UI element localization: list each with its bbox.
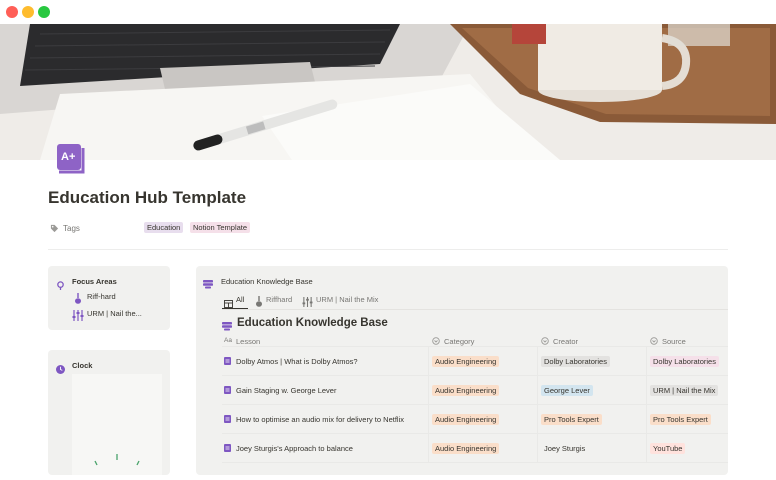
column-separator	[428, 376, 429, 404]
tag-notion-template[interactable]: Notion Template	[190, 222, 251, 233]
table-row[interactable]: Dolby Atmos | What is Dolby Atmos? Audio…	[222, 346, 728, 375]
category-pill[interactable]: Audio Engineering	[432, 355, 500, 367]
tabs-divider	[222, 309, 728, 310]
table-row[interactable]: How to optimise an audio mix for deliver…	[222, 404, 728, 433]
creator-pill[interactable]: Dolby Laboratories	[541, 355, 610, 367]
lesson-title[interactable]: Gain Staging w. George Lever	[236, 386, 336, 395]
column-separator	[537, 376, 538, 404]
tab-urm-nail-the-mix[interactable]: URM | Nail the Mix	[302, 293, 384, 309]
creator-pill[interactable]: Pro Tools Expert	[541, 413, 602, 425]
lesson-title[interactable]: How to optimise an audio mix for deliver…	[236, 415, 404, 424]
mixer-sliders-icon	[72, 308, 84, 326]
source-pill[interactable]: Dolby Laboratories	[650, 355, 719, 367]
column-separator	[428, 347, 429, 375]
close-window-button[interactable]	[6, 6, 18, 18]
column-separator	[646, 405, 647, 433]
tab-label: Riffhard	[266, 295, 293, 304]
tags-property[interactable]: Tags Education Notion Template	[48, 222, 728, 238]
clock-title: Clock	[72, 361, 93, 370]
database-title[interactable]: Education Knowledge Base	[237, 317, 388, 329]
column-separator	[646, 347, 647, 375]
tags-label: Tags	[63, 224, 80, 233]
lesson-title[interactable]: Joey Sturgis's Approach to balance	[236, 444, 353, 453]
column-label: Category	[444, 337, 475, 346]
source-pill[interactable]: Pro Tools Expert	[650, 413, 711, 425]
kb-header: Education Knowledge Base	[221, 277, 313, 286]
desk-photo-illustration	[0, 24, 776, 160]
tab-label: All	[236, 295, 245, 304]
focus-pin-icon	[56, 277, 65, 295]
focus-item-label: Riff-hard	[87, 292, 116, 301]
source-pill[interactable]: URM | Nail the Mix	[650, 384, 719, 396]
clock-face	[94, 454, 140, 466]
svg-text:A+: A+	[61, 151, 75, 163]
clock-widget	[72, 374, 162, 475]
text-property-icon: Aa	[224, 337, 232, 344]
source-pill[interactable]: YouTube	[650, 442, 686, 454]
column-separator	[428, 405, 429, 433]
column-separator	[537, 347, 538, 375]
page-doc-icon	[224, 444, 231, 452]
page-doc-icon	[224, 386, 231, 394]
minimize-window-button[interactable]	[22, 6, 34, 18]
tag-education[interactable]: Education	[144, 222, 184, 233]
column-separator	[537, 434, 538, 462]
focus-areas-card: Focus Areas Riff-hard URM | Nail the...	[48, 266, 170, 330]
tag-icon	[50, 224, 59, 235]
database-icon	[222, 318, 232, 336]
window-titlebar	[0, 0, 776, 24]
table-row[interactable]: Joey Sturgis's Approach to balance Audio…	[222, 433, 728, 462]
page-doc-icon	[224, 357, 231, 365]
column-label: Lesson	[236, 337, 261, 346]
maximize-window-button[interactable]	[38, 6, 50, 18]
cover-image[interactable]	[0, 24, 776, 160]
creator-pill[interactable]: George Lever	[541, 384, 593, 396]
tab-riffhard[interactable]: Riffhard	[254, 293, 300, 309]
focus-item-label: URM | Nail the...	[87, 309, 142, 318]
page-doc-icon	[224, 415, 231, 423]
column-separator	[646, 434, 647, 462]
column-label: Source	[662, 337, 686, 346]
table-icon	[224, 295, 233, 313]
category-pill[interactable]: Audio Engineering	[432, 442, 500, 454]
table-row[interactable]: Gain Staging w. George Lever Audio Engin…	[222, 375, 728, 404]
a-plus-book-icon[interactable]: A+	[55, 142, 87, 176]
column-label: Creator	[553, 337, 579, 346]
column-separator	[428, 434, 429, 462]
divider	[48, 249, 728, 250]
creator-pill[interactable]: Joey Sturgis	[541, 443, 588, 454]
lesson-title[interactable]: Dolby Atmos | What is Dolby Atmos?	[236, 357, 358, 366]
tab-label: URM | Nail the Mix	[316, 295, 379, 304]
table-bottom-border	[222, 462, 728, 463]
guitar-icon	[74, 291, 82, 309]
category-pill[interactable]: Audio Engineering	[432, 384, 500, 396]
column-separator	[646, 376, 647, 404]
database-icon	[203, 276, 213, 294]
page-title: Education Hub Template	[48, 188, 247, 207]
column-separator	[537, 405, 538, 433]
category-pill[interactable]: Audio Engineering	[432, 413, 500, 425]
clock-card: Clock	[48, 350, 170, 475]
tab-all[interactable]: All	[222, 293, 248, 309]
clock-icon	[56, 361, 65, 379]
focus-areas-title: Focus Areas	[72, 277, 117, 286]
